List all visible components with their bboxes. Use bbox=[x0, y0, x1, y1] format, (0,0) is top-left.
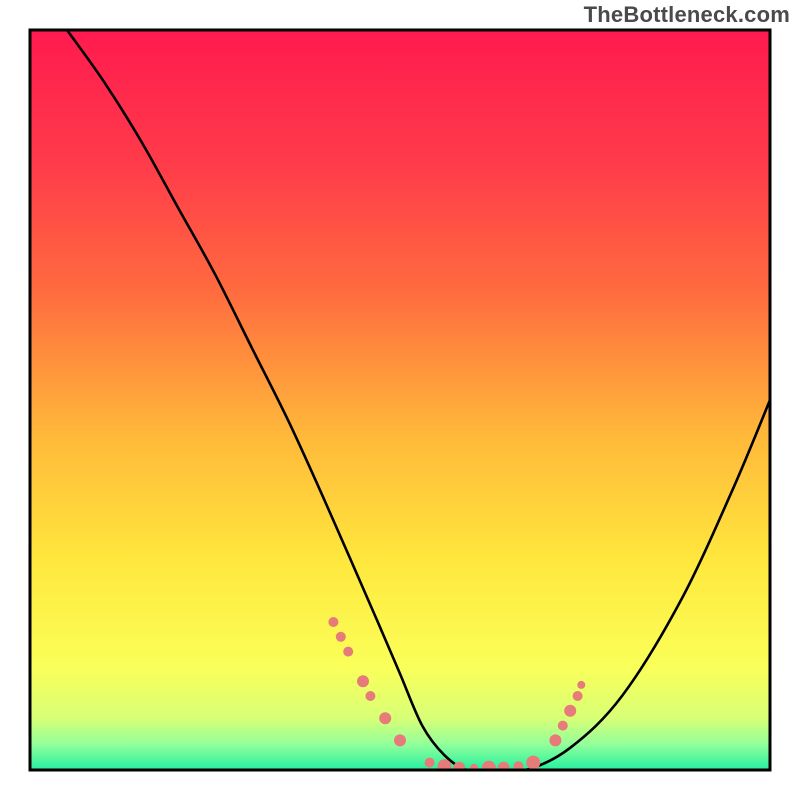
marker-point bbox=[365, 691, 375, 701]
marker-point bbox=[526, 756, 540, 770]
marker-point bbox=[394, 734, 406, 746]
marker-point bbox=[425, 758, 435, 768]
marker-point bbox=[328, 617, 338, 627]
marker-point bbox=[498, 762, 510, 774]
marker-point bbox=[357, 675, 369, 687]
marker-point bbox=[482, 761, 496, 775]
marker-point bbox=[336, 632, 346, 642]
marker-point bbox=[564, 705, 576, 717]
marker-point bbox=[453, 762, 465, 774]
marker-point bbox=[549, 734, 561, 746]
marker-point bbox=[343, 647, 353, 657]
chart-stage: TheBottleneck.com bbox=[0, 0, 800, 800]
chart-svg bbox=[0, 0, 800, 800]
watermark-text: TheBottleneck.com bbox=[584, 2, 790, 28]
marker-point bbox=[577, 681, 585, 689]
marker-point bbox=[379, 712, 391, 724]
marker-point bbox=[573, 691, 583, 701]
marker-point bbox=[558, 721, 568, 731]
